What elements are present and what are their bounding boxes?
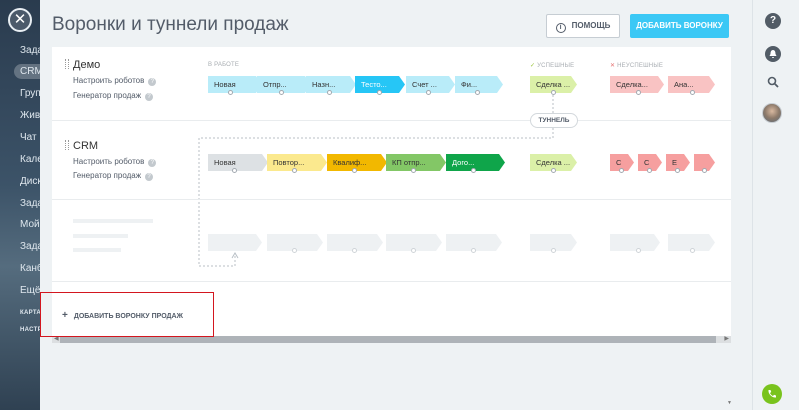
funnels-panel: Воронки и туннели продаж i ПОМОЩЬ ДОБАВИТ…: [40, 0, 739, 410]
connector-dot[interactable]: [232, 168, 237, 173]
bell-icon[interactable]: [765, 46, 781, 62]
placeholder-stage: [208, 234, 262, 251]
connector-dot[interactable]: [551, 168, 556, 173]
info-icon: i: [555, 23, 566, 33]
stage[interactable]: КП отпр...: [386, 154, 446, 171]
tunnel-badge[interactable]: ТУННЕЛЬ: [530, 113, 578, 128]
help-label: ПОМОЩЬ: [571, 21, 611, 30]
sidebar-item-kanban[interactable]: Канбан: [0, 260, 40, 278]
scroll-down-icon[interactable]: ▼: [727, 400, 733, 406]
sidebar-item-crm[interactable]: CRM: [0, 63, 40, 81]
help-icon[interactable]: ?: [765, 13, 781, 29]
stage[interactable]: Повтор...: [267, 154, 327, 171]
sales-generator-link[interactable]: Генератор продаж?: [73, 171, 154, 181]
sidebar-item-my[interactable]: Мой: [0, 216, 40, 234]
connector-dot[interactable]: [702, 168, 707, 173]
scroll-left-icon[interactable]: ◀: [54, 336, 59, 343]
add-funnel-button[interactable]: ДОБАВИТЬ ВОРОНКУ: [630, 14, 729, 38]
scroll-right-icon[interactable]: ▶: [724, 336, 729, 343]
page-title: Воронки и туннели продаж: [52, 14, 289, 35]
configure-robots-link[interactable]: Настроить роботов?: [73, 157, 157, 167]
help-icon[interactable]: ?: [148, 159, 157, 167]
left-sidebar: ✕ Задачи CRM Группы Живая лента Чат и зв…: [0, 0, 40, 410]
plus-icon: +: [62, 310, 68, 321]
sidebar-item-more[interactable]: Ещё: [0, 282, 40, 300]
connector-dot: [636, 248, 641, 253]
sidebar-item-disk[interactable]: Диск: [0, 173, 40, 191]
add-sales-funnel-label: ДОБАВИТЬ ВОРОНКУ ПРОДАЖ: [73, 313, 183, 320]
right-sidebar: ?: [752, 0, 799, 410]
drag-handle[interactable]: [65, 140, 69, 150]
connector-dot: [352, 248, 357, 253]
sidebar-item-chat[interactable]: Чат и звонки: [0, 129, 40, 147]
connector-dot[interactable]: [471, 168, 476, 173]
separator: [52, 199, 731, 200]
sidebar-item-map[interactable]: КАРТА: [0, 304, 40, 322]
search-icon[interactable]: [765, 76, 781, 92]
stage[interactable]: Квалиф...: [327, 154, 387, 171]
help-button[interactable]: i ПОМОЩЬ: [546, 14, 620, 38]
placeholder-line: [73, 248, 121, 252]
placeholder-stage: [610, 234, 660, 251]
connector-dot: [551, 248, 556, 253]
connector-dot[interactable]: [292, 168, 297, 173]
connector-dot: [292, 248, 297, 253]
connector-dot[interactable]: [411, 168, 416, 173]
sidebar-item-tasks[interactable]: Задачи: [0, 42, 40, 60]
connector-dot: [411, 248, 416, 253]
avatar[interactable]: [762, 103, 782, 123]
connector-dot[interactable]: [352, 168, 357, 173]
sidebar-item-calendar[interactable]: Календарь: [0, 151, 40, 169]
connector-dot[interactable]: [675, 168, 680, 173]
connector-dot[interactable]: [619, 168, 624, 173]
separator: [52, 281, 731, 282]
sidebar-item-tasks-2[interactable]: Задачи: [0, 195, 40, 213]
add-sales-funnel-button[interactable]: + ДОБАВИТЬ ВОРОНКУ ПРОДАЖ: [40, 292, 214, 337]
sidebar-item-feed[interactable]: Живая лента: [0, 107, 40, 125]
stage[interactable]: Новая: [208, 154, 268, 171]
phone-icon[interactable]: [762, 384, 782, 404]
help-icon[interactable]: ?: [145, 173, 154, 181]
connector-dot: [690, 248, 695, 253]
sidebar-item-groups[interactable]: Группы: [0, 85, 40, 103]
funnel-name[interactable]: CRM: [73, 140, 98, 152]
placeholder-line: [73, 234, 128, 238]
connector-dot[interactable]: [647, 168, 652, 173]
placeholder-line: [73, 219, 153, 223]
connector-dot: [471, 248, 476, 253]
slider-container: Воронки и туннели продаж i ПОМОЩЬ ДОБАВИТ…: [40, 0, 752, 410]
close-icon[interactable]: ✕: [8, 8, 32, 32]
sidebar-item-settings[interactable]: НАСТРОЙКИ: [0, 321, 40, 339]
sidebar-item-tasks-3[interactable]: Задачи: [0, 238, 40, 256]
